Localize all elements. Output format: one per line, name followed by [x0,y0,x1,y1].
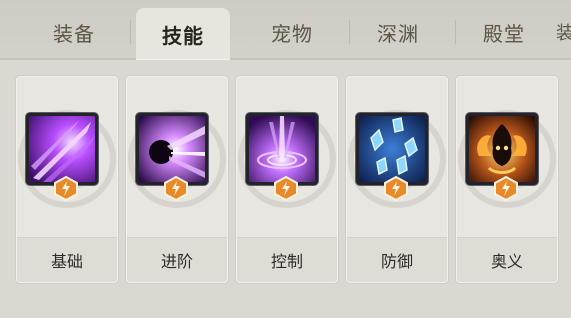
tab-divider [130,20,131,44]
tab-overflow[interactable]: 装 [556,10,571,54]
tab-label: 殿堂 [483,21,525,46]
tab-equipment[interactable]: 装备 [36,10,112,54]
lightning-badge-icon [54,175,78,201]
skill-card-basic[interactable]: 基础 [16,76,118,283]
tab-label: 深渊 [377,21,419,46]
lightning-badge-icon [494,175,518,201]
tab-skills[interactable]: 技能 [136,8,230,60]
tab-label: 装备 [53,21,95,46]
tab-divider [349,20,350,44]
skill-label: 防御 [347,237,447,282]
skill-label: 控制 [237,237,337,282]
skill-card-advanced[interactable]: 进阶 [126,76,228,283]
skill-card-control[interactable]: 控制 [236,76,338,283]
tab-label: 技能 [162,23,204,48]
skill-panel: 装备 技能 宠物 深渊 殿堂 装 基础 进阶 控制 防御 奥义 [0,0,571,318]
skill-label: 基础 [17,237,117,282]
tab-hall[interactable]: 殿堂 [466,10,542,54]
skill-label: 进阶 [127,237,227,282]
lightning-badge-icon [274,175,298,201]
tab-label: 宠物 [271,21,313,46]
lightning-badge-icon [164,175,188,201]
tab-bar: 装备 技能 宠物 深渊 殿堂 装 [0,0,571,60]
skill-grid: 基础 进阶 控制 防御 奥义 [0,60,571,318]
skill-label: 奥义 [457,237,557,282]
tab-pets[interactable]: 宠物 [254,10,330,54]
tab-divider [455,20,456,44]
skill-card-ultimate[interactable]: 奥义 [456,76,558,283]
skill-card-defense[interactable]: 防御 [346,76,448,283]
tab-overflow-glyph: 装 [556,23,571,44]
tab-abyss[interactable]: 深渊 [360,10,436,54]
lightning-badge-icon [384,175,408,201]
